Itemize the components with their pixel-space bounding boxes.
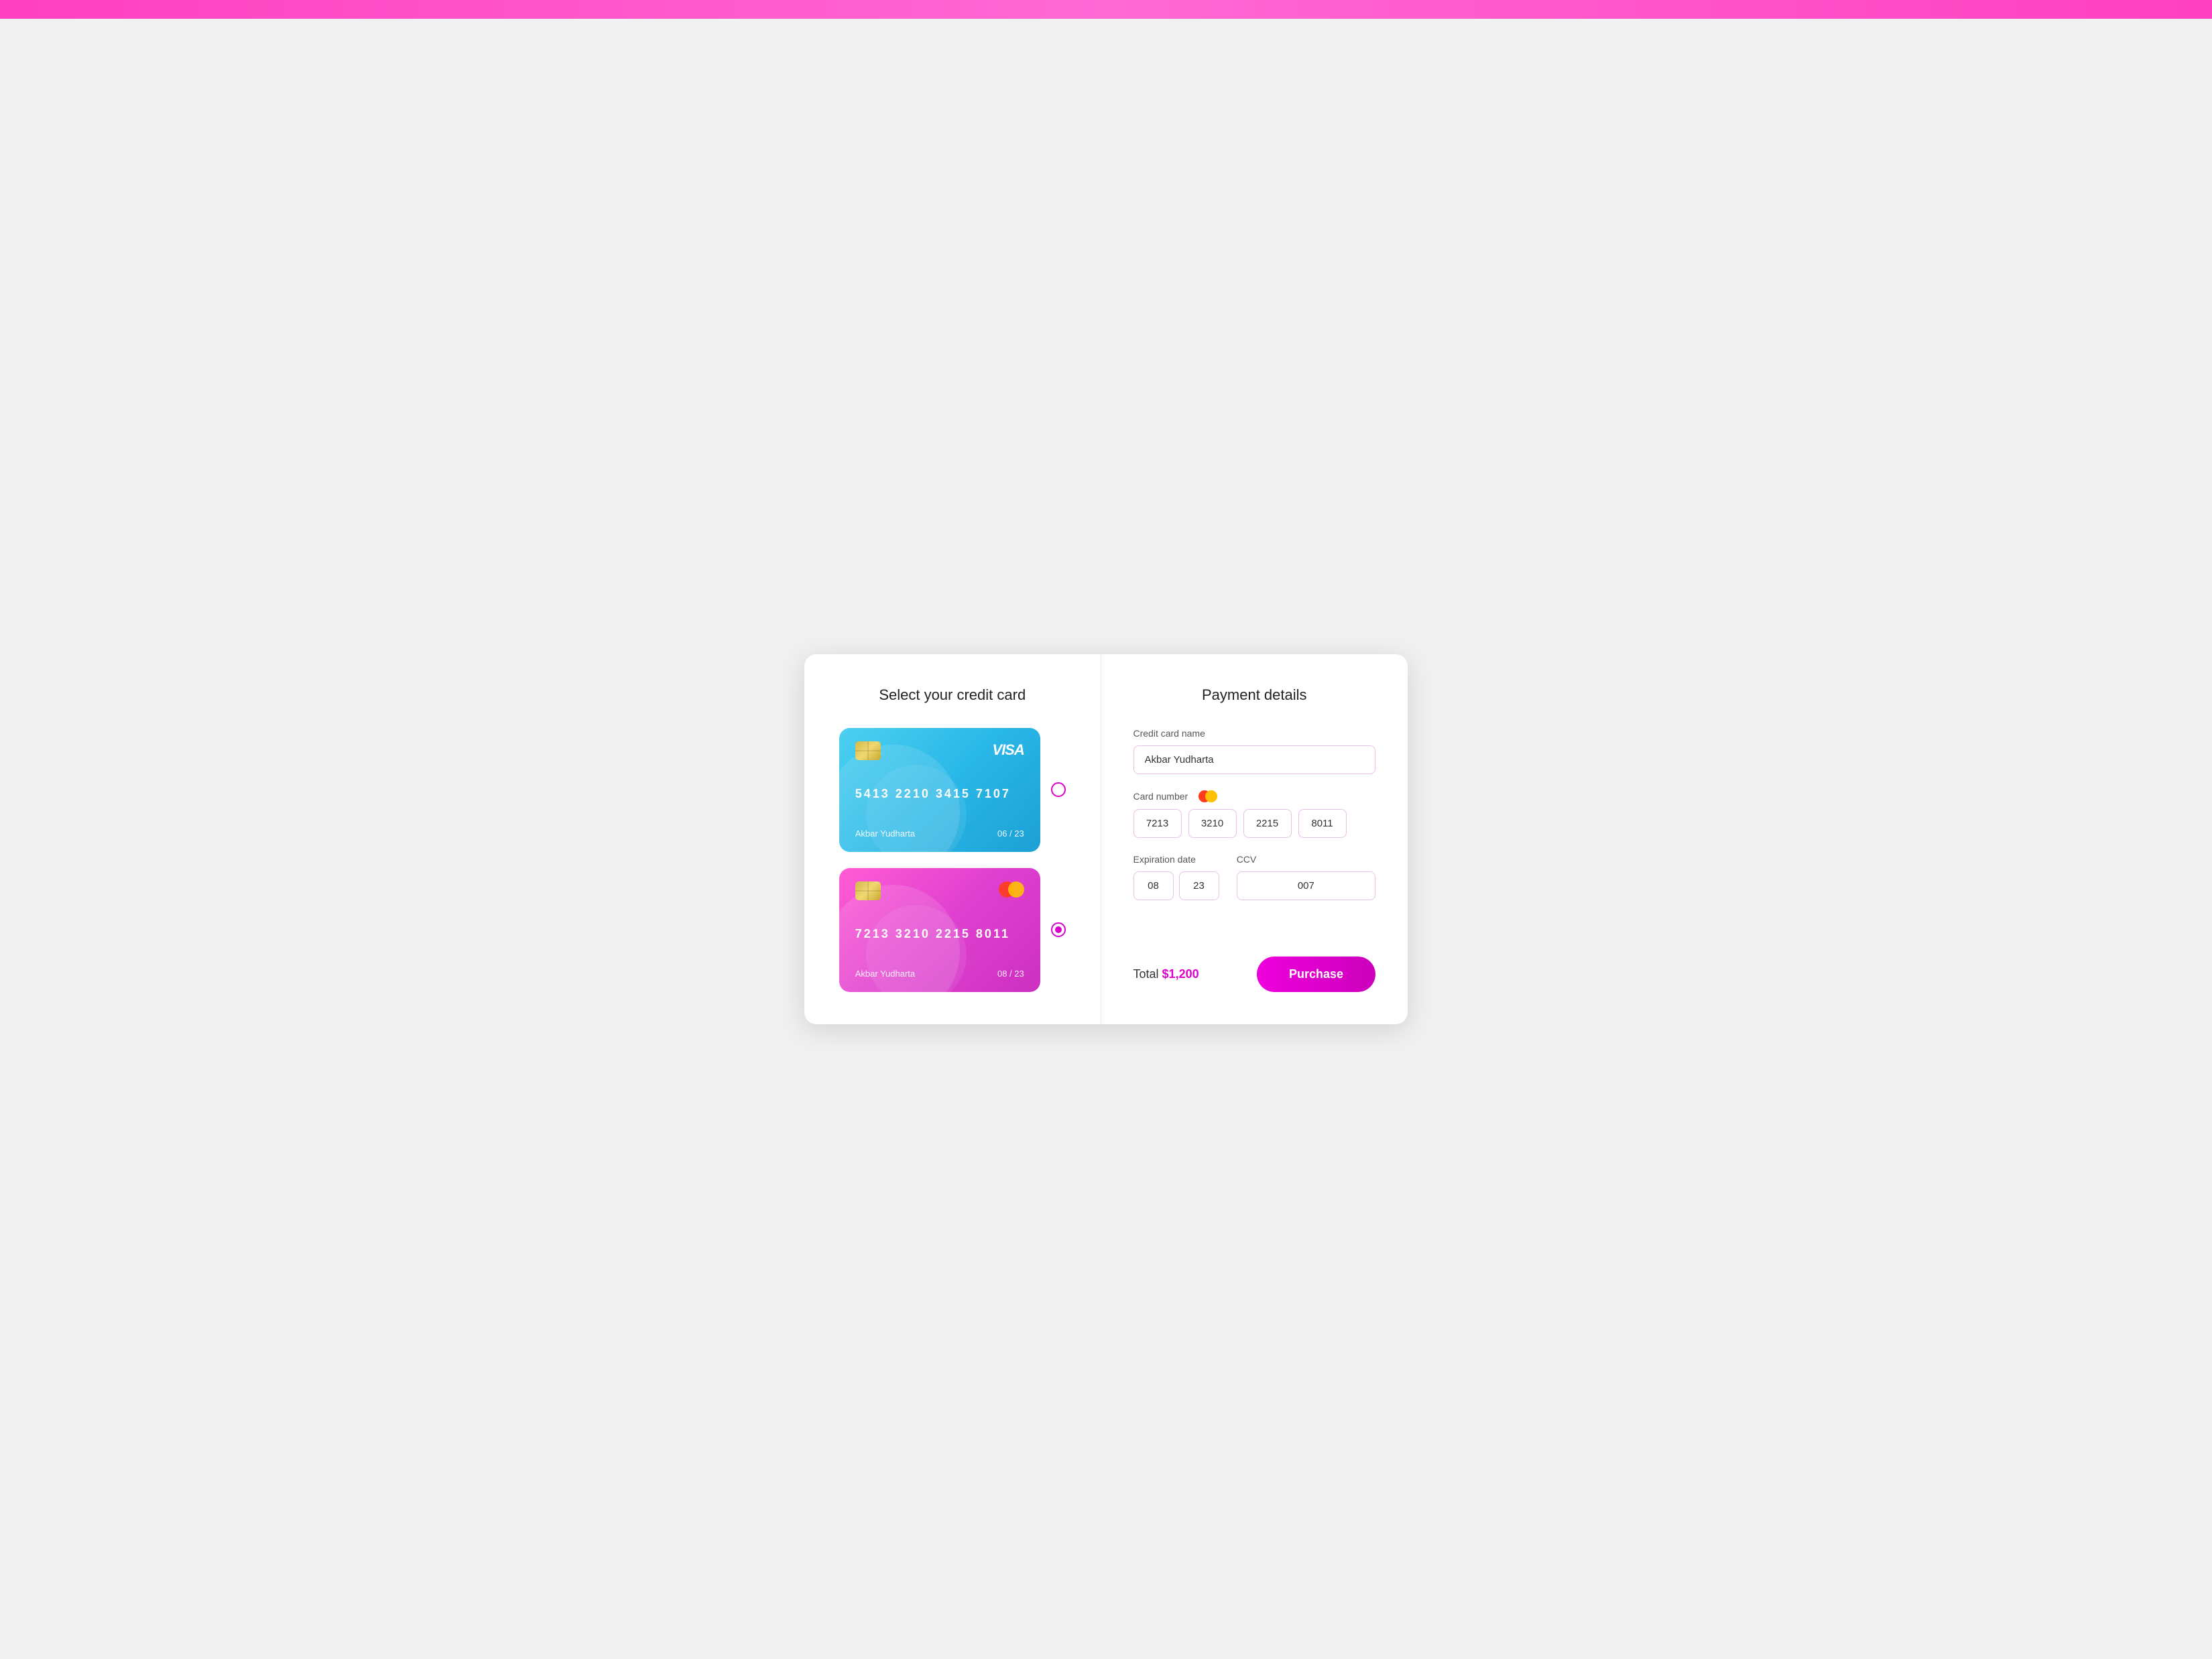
visa-radio[interactable] [1051, 782, 1066, 797]
total-text: Total [1133, 967, 1159, 981]
mc-card-number: 7213 3210 2215 8011 [855, 927, 1024, 941]
expiry-month[interactable] [1133, 871, 1174, 900]
total-amount: $1,200 [1162, 967, 1199, 981]
page-content: Select your credit card VISA 5413 2210 3… [0, 19, 2212, 1659]
mastercard-credit-card[interactable]: 7213 3210 2215 8011 Akbar Yudharta 08 / … [839, 868, 1040, 992]
card-num-1[interactable] [1133, 809, 1182, 838]
card-num-2[interactable] [1188, 809, 1237, 838]
visa-card-holder: Akbar Yudharta [855, 828, 915, 839]
top-bar [0, 0, 2212, 19]
visa-card-chip [855, 741, 881, 760]
visa-card-number: 5413 2210 3415 7107 [855, 787, 1024, 801]
cards-area: VISA 5413 2210 3415 7107 Akbar Yudharta … [831, 728, 1074, 992]
mc-card-chip [855, 881, 881, 900]
ccv-input[interactable] [1237, 871, 1375, 900]
expiry-ccv-row: Expiration date CCV [1133, 854, 1376, 900]
visa-logo: VISA [992, 741, 1024, 759]
visa-card-top: VISA [855, 741, 1024, 760]
card-number-label: Card number [1133, 791, 1188, 802]
card-num-4[interactable] [1298, 809, 1347, 838]
name-form-group: Credit card name [1133, 728, 1376, 774]
card-num-3[interactable] [1243, 809, 1292, 838]
mc-yellow-circle [1008, 881, 1024, 898]
expiry-group: Expiration date [1133, 854, 1226, 900]
card-number-inputs [1133, 809, 1376, 838]
main-card: Select your credit card VISA 5413 2210 3… [804, 654, 1408, 1024]
mc-card-top [855, 881, 1024, 900]
mastercard-logo [999, 881, 1024, 898]
expiry-year[interactable] [1179, 871, 1219, 900]
total-label: Total $1,200 [1133, 967, 1199, 981]
right-panel: Payment details Credit card name Card nu… [1101, 654, 1408, 1024]
card-number-mc-logo [1199, 790, 1217, 802]
card-label-row: Card number [1133, 790, 1376, 802]
mc-card-bottom: Akbar Yudharta 08 / 23 [855, 969, 1024, 979]
payment-title: Payment details [1133, 686, 1376, 704]
purchase-button[interactable]: Purchase [1257, 957, 1375, 992]
visa-card-expiry: 06 / 23 [997, 828, 1024, 839]
left-panel: Select your credit card VISA 5413 2210 3… [804, 654, 1101, 1024]
ccv-label: CCV [1237, 854, 1375, 865]
name-label: Credit card name [1133, 728, 1376, 739]
mc-radio[interactable] [1051, 922, 1066, 937]
mc-card-expiry: 08 / 23 [997, 969, 1024, 979]
card-number-form-group: Card number [1133, 790, 1376, 838]
mc-card-holder: Akbar Yudharta [855, 969, 915, 979]
expiry-label: Expiration date [1133, 854, 1226, 865]
visa-credit-card[interactable]: VISA 5413 2210 3415 7107 Akbar Yudharta … [839, 728, 1040, 852]
purchase-row: Total $1,200 Purchase [1133, 940, 1376, 992]
select-card-title: Select your credit card [879, 686, 1026, 704]
visa-card-row: VISA 5413 2210 3415 7107 Akbar Yudharta … [839, 728, 1066, 852]
mastercard-row: 7213 3210 2215 8011 Akbar Yudharta 08 / … [839, 868, 1066, 992]
cn-mc-yellow [1205, 790, 1217, 802]
name-input[interactable] [1133, 745, 1376, 774]
expiry-inputs [1133, 871, 1226, 900]
visa-card-bottom: Akbar Yudharta 06 / 23 [855, 828, 1024, 839]
ccv-group: CCV [1237, 854, 1375, 900]
